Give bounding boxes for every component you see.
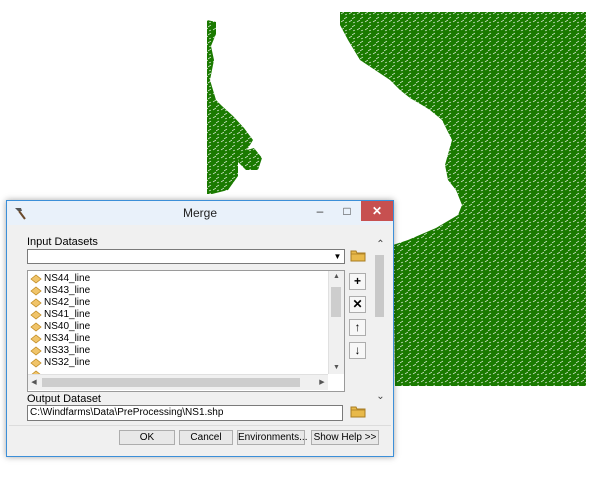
environments-button[interactable]: Environments...: [237, 430, 307, 445]
chevron-down-icon[interactable]: ⌄: [373, 391, 388, 403]
cancel-button[interactable]: Cancel: [179, 430, 233, 445]
add-button[interactable]: +: [349, 273, 366, 290]
line-feature-icon: [30, 310, 42, 320]
panel-scrollbar[interactable]: ⌃ ⌄: [373, 239, 388, 407]
line-feature-icon: [30, 358, 42, 368]
line-feature-icon: [30, 286, 42, 296]
folder-icon: [350, 406, 366, 418]
arrow-up-icon: ↑: [354, 320, 361, 334]
remove-button[interactable]: ✕: [349, 296, 366, 313]
close-button[interactable]: ✕: [361, 201, 393, 221]
list-vertical-scrollbar[interactable]: ▲ ▼: [328, 271, 344, 374]
move-up-button[interactable]: ↑: [349, 319, 366, 336]
button-divider: [9, 425, 391, 426]
line-feature-icon: [30, 298, 42, 308]
move-down-button[interactable]: ↓: [349, 342, 366, 359]
input-datasets-list[interactable]: NS44_line NS43_line NS42_line NS41_line …: [27, 270, 345, 392]
output-dataset-label: Output Dataset: [27, 393, 101, 405]
scroll-right-icon[interactable]: ▶: [316, 375, 328, 390]
list-item-label: NS40_line: [44, 321, 91, 332]
folder-icon: [350, 250, 366, 262]
merge-dialog: Merge – □ ✕ Input Datasets ▼ NS44_line N…: [6, 200, 394, 457]
dialog-content: Input Datasets ▼ NS44_line NS43_line NS4…: [9, 225, 391, 456]
line-feature-icon: [30, 322, 42, 332]
list-item-label: NS43_line: [44, 285, 91, 296]
scroll-down-icon[interactable]: ▼: [329, 362, 344, 374]
plus-icon: +: [353, 274, 361, 288]
show-help-button[interactable]: Show Help >>: [311, 430, 379, 445]
browse-output-button[interactable]: [349, 404, 367, 421]
list-item-label: NS34_line: [44, 333, 91, 344]
chevron-up-icon[interactable]: ⌃: [373, 239, 388, 251]
input-datasets-combo[interactable]: ▼: [27, 249, 345, 264]
ok-button[interactable]: OK: [119, 430, 175, 445]
chevron-down-icon[interactable]: ▼: [331, 250, 344, 263]
title-bar[interactable]: Merge – □ ✕: [7, 201, 393, 225]
output-dataset-field[interactable]: C:\Windfarms\Data\PreProcessing\NS1.shp: [27, 405, 343, 421]
line-feature-icon: [30, 274, 42, 284]
list-horizontal-scrollbar[interactable]: ◀ ▶: [28, 374, 328, 390]
input-datasets-label: Input Datasets: [27, 236, 98, 248]
scroll-thumb[interactable]: [42, 378, 300, 387]
list-item-label: NS42_line: [44, 297, 91, 308]
scroll-up-icon[interactable]: ▲: [329, 271, 344, 283]
scroll-thumb[interactable]: [331, 287, 341, 317]
minimize-button[interactable]: –: [307, 201, 333, 221]
line-feature-icon: [30, 334, 42, 344]
scroll-left-icon[interactable]: ◀: [28, 375, 40, 390]
browse-input-button[interactable]: [349, 248, 367, 265]
list-item-label: NS32_line: [44, 357, 91, 368]
list-item-label: NS33_line: [44, 345, 91, 356]
panel-scroll-thumb[interactable]: [375, 255, 384, 317]
list-item-label: NS44_line: [44, 273, 91, 284]
x-icon: ✕: [352, 297, 363, 311]
arrow-down-icon: ↓: [354, 343, 361, 357]
maximize-button[interactable]: □: [334, 201, 360, 221]
line-feature-icon: [30, 346, 42, 356]
list-item-label: NS41_line: [44, 309, 91, 320]
